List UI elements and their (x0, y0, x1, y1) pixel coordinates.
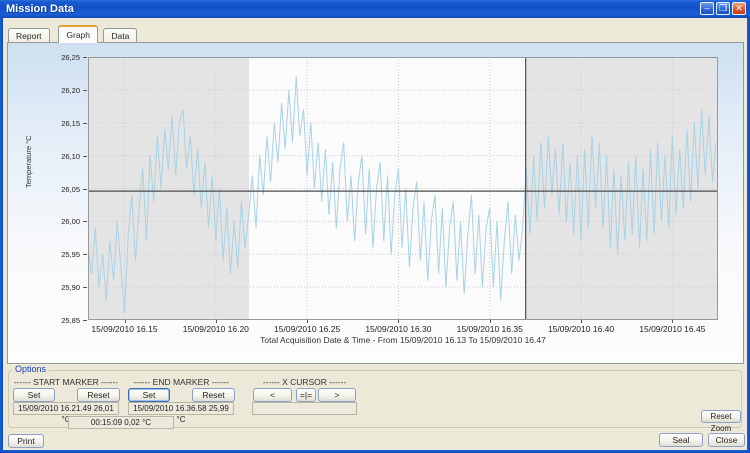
start-marker-reset-button[interactable]: Reset (77, 388, 120, 402)
start-marker-value-field: 15/09/2010 16.21.49 26,01 °C (13, 402, 119, 415)
options-group-label: Options (12, 364, 49, 374)
x-tick-mark (398, 320, 399, 323)
y-tick-mark (83, 156, 87, 157)
x-tick-mark (581, 320, 582, 323)
y-tick-mark (83, 189, 87, 190)
end-marker-set-button[interactable]: Set (128, 388, 170, 402)
y-tick-label: 25,85 (50, 316, 80, 325)
x-cursor-value-field (252, 402, 357, 415)
y-tick-mark (83, 320, 87, 321)
y-tick-mark (83, 221, 87, 222)
temperature-chart[interactable] (88, 57, 718, 320)
x-tick-mark (125, 320, 126, 323)
minimize-button[interactable]: – (700, 2, 714, 15)
y-tick-mark (83, 57, 87, 58)
y-axis-title: Temperature °C (24, 135, 33, 188)
y-tick-label: 25,90 (50, 283, 80, 292)
y-tick-label: 26,15 (50, 119, 80, 128)
close-icon[interactable]: ✕ (732, 2, 746, 15)
x-tick-label: 15/09/2010 16.20 (171, 324, 261, 334)
x-cursor-left-button[interactable]: < (253, 388, 292, 402)
x-tick-label: 15/09/2010 16.25 (262, 324, 352, 334)
x-tick-label: 15/09/2010 16.40 (536, 324, 626, 334)
x-tick-label: 15/09/2010 16.15 (80, 324, 170, 334)
window-titlebar[interactable]: Mission Data – ❐ ✕ (0, 0, 750, 18)
chart-plot[interactable] (88, 57, 718, 325)
x-tick-mark (672, 320, 673, 323)
end-marker-reset-button[interactable]: Reset (192, 388, 235, 402)
start-marker-header: ------ START MARKER ------ (13, 377, 119, 387)
x-tick-label: 15/09/2010 16.45 (627, 324, 717, 334)
x-axis-title: Total Acquisition Date & Time - From 15/… (88, 335, 718, 345)
seal-button[interactable]: Seal (659, 433, 703, 447)
x-tick-label: 15/09/2010 16.35 (445, 324, 535, 334)
start-marker-set-button[interactable]: Set (13, 388, 55, 402)
window-border-left (0, 18, 3, 453)
print-button[interactable]: Print (8, 434, 44, 448)
y-tick-mark (83, 90, 87, 91)
end-marker-value-field: 15/09/2010 16.36.58 25,99 °C (128, 402, 234, 415)
y-tick-label: 26,00 (50, 217, 80, 226)
y-tick-label: 26,10 (50, 152, 80, 161)
y-tick-label: 25,95 (50, 250, 80, 259)
x-tick-mark (307, 320, 308, 323)
x-cursor-center-button[interactable]: =|= (296, 388, 316, 402)
marker-duration-field: 00:15:09 0,02 °C (68, 416, 174, 429)
end-marker-header: ------ END MARKER ------ (128, 377, 234, 387)
x-cursor-right-button[interactable]: > (318, 388, 356, 402)
x-tick-mark (490, 320, 491, 323)
y-tick-label: 26,05 (50, 185, 80, 194)
y-tick-mark (83, 287, 87, 288)
y-tick-mark (83, 254, 87, 255)
y-tick-label: 26,20 (50, 86, 80, 95)
y-tick-label: 26,25 (50, 53, 80, 62)
x-tick-mark (216, 320, 217, 323)
window-title: Mission Data (0, 3, 74, 15)
reset-zoom-button[interactable]: Reset Zoom (701, 410, 741, 423)
mission-data-window: Mission Data – ❐ ✕ Report Graph Data 26,25… (0, 0, 750, 453)
y-tick-mark (83, 123, 87, 124)
x-cursor-header: ------ X CURSOR ------ (252, 377, 357, 387)
close-button[interactable]: Close (708, 433, 745, 447)
tab-data[interactable]: Data (103, 28, 137, 43)
restore-button[interactable]: ❐ (716, 2, 730, 15)
tab-report[interactable]: Report (8, 28, 50, 43)
tab-graph[interactable]: Graph (58, 25, 98, 43)
x-tick-label: 15/09/2010 16.30 (353, 324, 443, 334)
